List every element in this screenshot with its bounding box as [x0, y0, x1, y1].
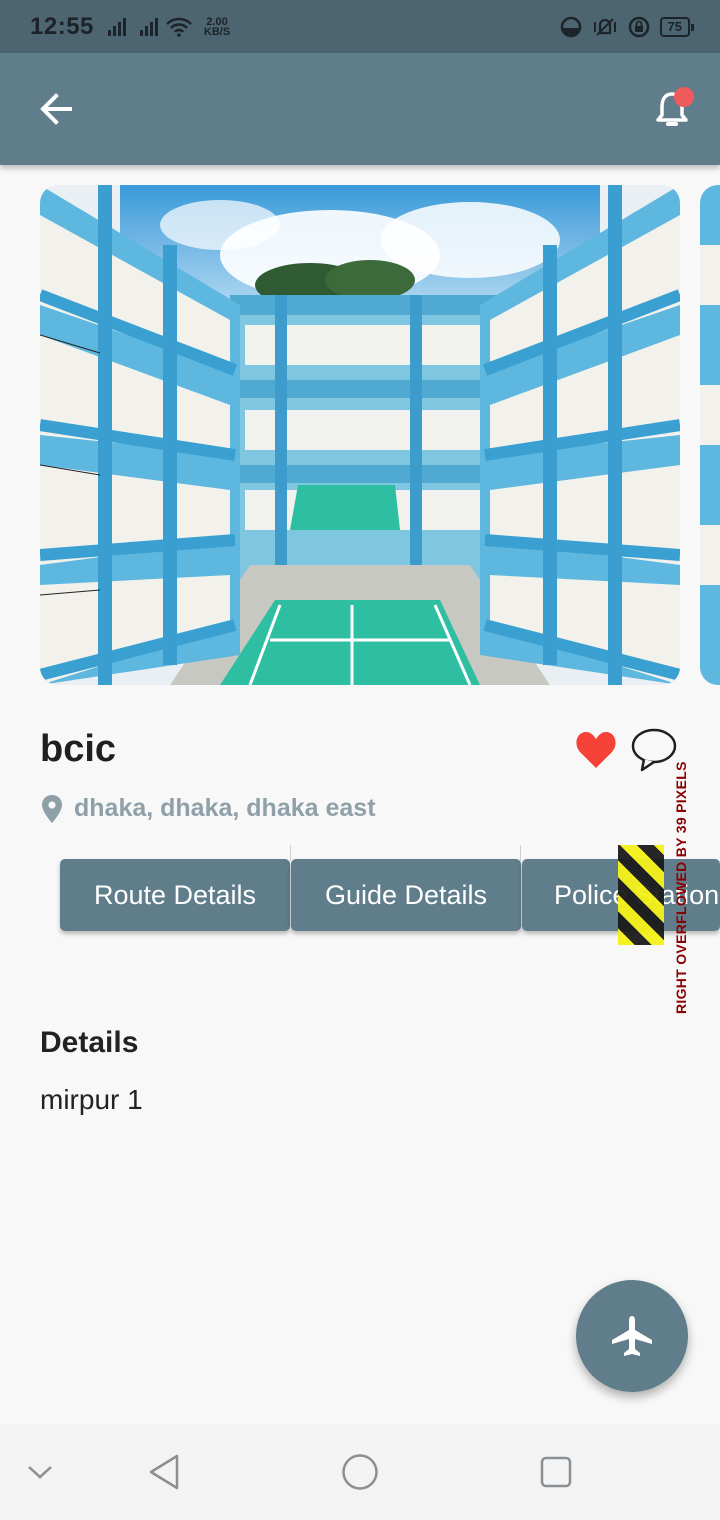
place-photo-next[interactable]	[700, 185, 720, 685]
route-details-button[interactable]: Route Details	[60, 859, 290, 931]
circle-home-icon	[342, 1454, 378, 1490]
system-nav-bar	[0, 1424, 720, 1520]
overflow-warning-text: RIGHT OVERFLOWED BY 39 PIXELS	[673, 761, 689, 1014]
action-buttons: Route Details Guide Details Police Stati…	[0, 845, 720, 945]
signal-icon-2	[139, 17, 158, 36]
square-recents-icon	[540, 1456, 572, 1488]
image-carousel[interactable]	[0, 185, 720, 685]
location-row: dhaka, dhaka, dhaka east	[42, 794, 376, 823]
nav-back-button[interactable]	[140, 1448, 188, 1496]
building-image-next	[700, 185, 720, 685]
divider	[520, 845, 521, 861]
app-bar	[0, 53, 720, 165]
guide-details-button[interactable]: Guide Details	[291, 859, 521, 931]
chevron-down-icon	[28, 1466, 52, 1479]
network-speed: 2.00 KB/S	[203, 16, 231, 38]
airplane-icon	[612, 1316, 652, 1356]
place-photo[interactable]	[40, 185, 680, 685]
heart-icon	[576, 732, 616, 768]
building-courtyard-image	[40, 185, 680, 685]
speed-unit: KB/S	[203, 25, 231, 38]
overflow-warning-stripes	[618, 845, 664, 945]
location-text: dhaka, dhaka, dhaka east	[74, 794, 376, 822]
status-bar: 12:55 2.00 KB/S 75	[0, 0, 720, 53]
vibrate-icon	[593, 17, 616, 36]
details-heading: Details	[40, 1026, 139, 1059]
notification-dot	[674, 87, 694, 107]
place-title: bcic	[40, 728, 117, 770]
nav-recents-button[interactable]	[532, 1448, 580, 1496]
notification-button[interactable]	[650, 87, 694, 131]
comment-icon	[631, 728, 677, 772]
details-value: mirpur 1	[40, 1084, 143, 1115]
nav-collapse-button[interactable]	[16, 1448, 64, 1496]
clock: 12:55	[30, 12, 94, 40]
arrow-left-icon	[40, 93, 72, 125]
triangle-back-icon	[149, 1454, 179, 1490]
flight-fab-button[interactable]	[576, 1280, 688, 1392]
wifi-icon	[166, 17, 192, 37]
favorite-button[interactable]	[574, 728, 618, 772]
battery-icon: 75	[659, 16, 695, 37]
rotation-lock-icon	[628, 16, 649, 37]
signal-icon	[107, 17, 126, 36]
location-pin-icon	[42, 794, 62, 823]
nav-home-button[interactable]	[336, 1448, 384, 1496]
back-button[interactable]	[34, 87, 78, 131]
comment-button[interactable]	[630, 726, 678, 774]
data-saver-icon	[560, 16, 581, 37]
divider	[290, 845, 291, 861]
